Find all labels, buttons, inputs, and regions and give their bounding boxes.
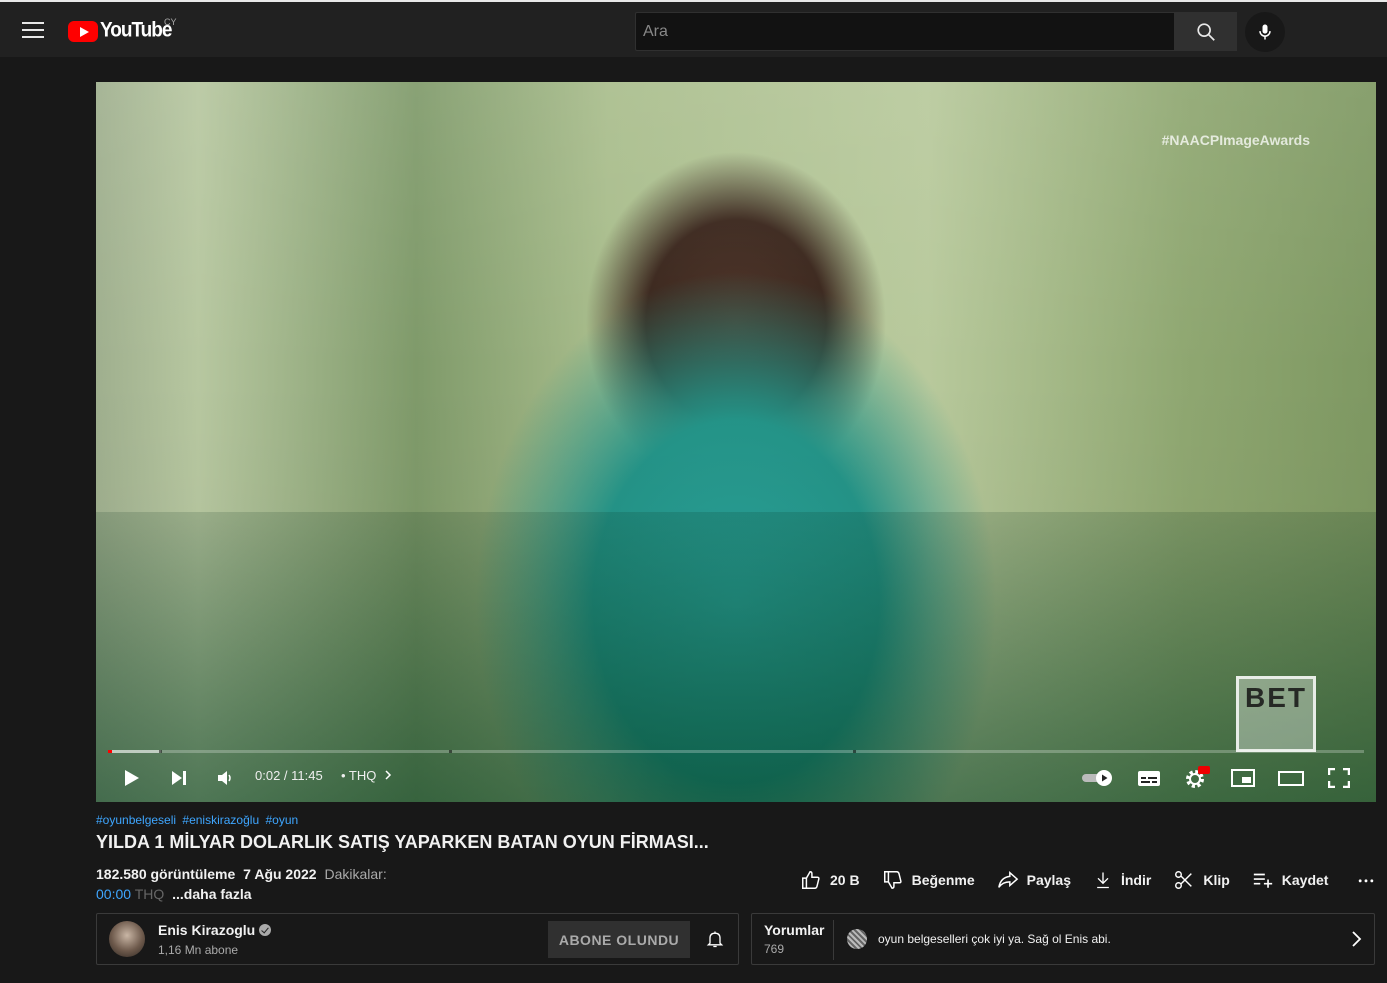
channel-name-text: Enis Kirazoglu xyxy=(158,922,256,938)
play-button[interactable] xyxy=(116,758,146,798)
fullscreen-button[interactable] xyxy=(1324,758,1354,798)
download-label: İndir xyxy=(1120,872,1152,888)
progress-bar[interactable] xyxy=(108,750,1364,753)
upload-date: 7 Ağu 2022 xyxy=(243,866,317,882)
top-comment-text: oyun belgeselleri çok iyi ya. Sağ ol Eni… xyxy=(878,932,1111,946)
hashtag-link[interactable]: #oyun xyxy=(265,813,298,827)
search-box xyxy=(635,12,1174,51)
time-display: 0:02 / 11:45 xyxy=(255,768,323,783)
theater-mode-button[interactable] xyxy=(1276,758,1306,798)
more-actions-button[interactable] xyxy=(1356,870,1384,890)
view-count: 182.580 görüntüleme xyxy=(96,866,236,882)
settings-button[interactable] xyxy=(1182,758,1212,798)
miniplayer-button[interactable] xyxy=(1228,758,1258,798)
chapter-marker xyxy=(449,750,452,753)
country-code: CY xyxy=(164,17,177,27)
channel-name[interactable]: Enis Kirazoglu xyxy=(158,922,272,938)
thumbs-up-icon xyxy=(802,871,820,889)
subscribe-button[interactable]: ABONE OLUNDU xyxy=(548,921,690,958)
autoplay-toggle-icon xyxy=(1082,770,1112,786)
skip-next-icon xyxy=(172,771,186,785)
notification-bell-button[interactable] xyxy=(702,926,728,952)
share-icon xyxy=(997,871,1018,888)
clip-label: Klip xyxy=(1203,872,1230,888)
logo-text: YouTube xyxy=(100,18,172,42)
menu-icon[interactable] xyxy=(22,22,44,38)
subtitles-icon xyxy=(1138,771,1160,786)
download-button[interactable]: İndir xyxy=(1093,869,1151,891)
channel-row: Enis Kirazoglu 1,16 Mn abone ABONE OLUND… xyxy=(96,913,739,965)
dislike-label: Beğenme xyxy=(911,872,975,888)
youtube-play-icon xyxy=(68,20,98,42)
hashtag-link[interactable]: #oyunbelgeseli xyxy=(96,813,176,827)
verified-icon xyxy=(259,924,272,936)
progress-played xyxy=(108,750,112,753)
autoplay-toggle[interactable] xyxy=(1078,758,1118,798)
clip-button[interactable]: Klip xyxy=(1173,869,1230,891)
chevron-right-icon xyxy=(385,770,392,780)
theater-icon xyxy=(1278,771,1304,786)
voice-search-button[interactable] xyxy=(1245,12,1285,52)
search-button[interactable] xyxy=(1174,12,1237,51)
video-meta[interactable]: 182.580 görüntüleme 7 Ağu 2022 Dakikalar… xyxy=(96,866,387,882)
like-button[interactable]: 20 B xyxy=(800,869,860,891)
download-icon xyxy=(1097,872,1109,889)
thumbs-down-icon xyxy=(883,871,902,889)
search-icon xyxy=(1196,22,1215,41)
player-controls: 0:02 / 11:45 • THQ xyxy=(96,758,1376,802)
action-bar: 20 B Beğenme Paylaş İndir Klip Kaydet xyxy=(800,866,1384,894)
timestamp-link[interactable]: 00:00 xyxy=(96,886,131,902)
miniplayer-icon xyxy=(1231,769,1255,787)
divider xyxy=(833,920,834,960)
chapter-label: • THQ xyxy=(341,768,377,783)
masthead: YouTube CY xyxy=(0,0,1387,57)
commenter-avatar xyxy=(847,929,867,949)
comments-title: Yorumlar xyxy=(764,922,825,938)
chapter-marker xyxy=(159,750,162,753)
save-button[interactable]: Kaydet xyxy=(1252,869,1329,891)
gear-icon xyxy=(1186,766,1210,788)
volume-icon xyxy=(218,771,231,785)
broadcast-watermark: #NAACPImageAwards xyxy=(1161,132,1310,148)
mute-button[interactable] xyxy=(210,758,240,798)
subscriber-count: 1,16 Mn abone xyxy=(158,943,239,957)
share-label: Paylaş xyxy=(1026,872,1071,888)
fullscreen-icon xyxy=(1328,768,1350,788)
next-button[interactable] xyxy=(164,758,194,798)
save-label: Kaydet xyxy=(1281,872,1329,888)
dislike-button[interactable]: Beğenme xyxy=(882,869,975,891)
chapter-marker xyxy=(853,750,856,753)
comments-count: 769 xyxy=(764,942,785,956)
bell-icon xyxy=(706,931,724,948)
hashtags: #oyunbelgeseli #eniskirazoğlu #oyun xyxy=(96,813,301,827)
more-horizontal-icon xyxy=(1359,879,1374,883)
comments-teaser[interactable]: Yorumlar 769 oyun belgeselleri çok iyi y… xyxy=(751,913,1375,965)
chevron-right-icon xyxy=(1352,931,1362,947)
network-logo: BET xyxy=(1236,676,1316,752)
channel-avatar[interactable] xyxy=(109,921,145,957)
share-button[interactable]: Paylaş xyxy=(997,869,1071,891)
play-icon xyxy=(125,770,139,786)
show-more-button[interactable]: ...daha fazla xyxy=(172,886,251,902)
timestamp-label: THQ xyxy=(134,886,165,902)
search-input[interactable] xyxy=(636,13,1174,50)
subtitles-button[interactable] xyxy=(1134,758,1164,798)
video-player[interactable]: #NAACPImageAwards BET 0:02 / 11:45 • THQ xyxy=(96,82,1376,802)
video-title: YILDA 1 MİLYAR DOLARLIK SATIŞ YAPARKEN B… xyxy=(96,832,709,852)
microphone-icon xyxy=(1259,24,1271,40)
hashtag-link[interactable]: #eniskirazoğlu xyxy=(182,813,259,827)
progress-buffered xyxy=(108,750,161,753)
description-snippet: Dakikalar: xyxy=(324,866,387,882)
playlist-add-icon xyxy=(1253,873,1272,888)
description-line: 00:00 THQ ...daha fazla xyxy=(96,886,252,902)
like-count: 20 B xyxy=(830,872,860,888)
scissors-icon xyxy=(1175,871,1193,889)
chapter-title[interactable]: • THQ xyxy=(341,768,392,783)
youtube-logo[interactable]: YouTube xyxy=(68,18,172,43)
